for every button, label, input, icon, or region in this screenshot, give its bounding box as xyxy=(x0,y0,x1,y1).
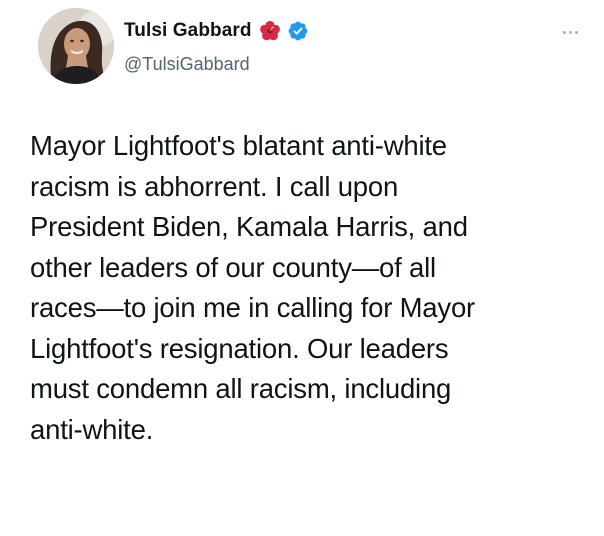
tweet-text-line: anti-white. xyxy=(30,413,154,445)
avatar[interactable] xyxy=(38,8,114,84)
more-dot-icon xyxy=(574,30,578,34)
hibiscus-flower-icon xyxy=(258,19,282,43)
tweet-text-line: other leaders of our county—of all xyxy=(30,251,436,283)
author-display-name[interactable]: Tulsi Gabbard xyxy=(124,20,252,42)
more-dot-icon xyxy=(568,30,572,34)
more-dot-icon xyxy=(562,30,566,34)
tweet-text-line: Lightfoot's resignation. Our leaders xyxy=(30,332,449,364)
tweet-text-line: President Biden, Kamala Harris, and xyxy=(30,211,468,242)
profile-photo-icon xyxy=(38,8,114,84)
author-name-row: Tulsi Gabbard xyxy=(124,18,309,44)
tweet-card: Tulsi Gabbard @TulsiGabbard Mayor Lightf… xyxy=(0,0,604,536)
tweet-text: Mayor Lightfoot's blatant anti-white rac… xyxy=(30,126,590,450)
author-handle[interactable]: @TulsiGabbard xyxy=(124,54,250,75)
more-options-button[interactable] xyxy=(552,22,588,42)
tweet-text-line: Mayor Lightfoot's blatant anti-white xyxy=(30,130,447,161)
verified-badge-icon xyxy=(287,20,309,42)
tweet-text-line: races—to join me in calling for Mayor xyxy=(30,292,475,323)
tweet-text-line: racism is abhorrent. I call upon xyxy=(30,170,399,202)
tweet-text-line: must condemn all racism, including xyxy=(30,373,452,404)
